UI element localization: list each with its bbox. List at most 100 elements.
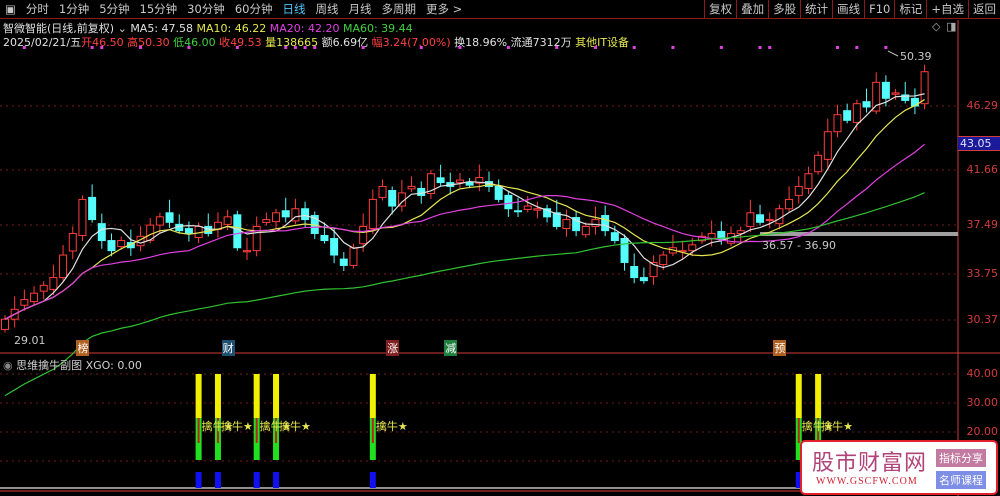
signal-bar-blue [273, 472, 280, 488]
sub-axis-label: 20.00 [966, 425, 999, 438]
candle-up [872, 81, 881, 112]
marker-dot [139, 46, 143, 49]
signal-bar-yellow [253, 374, 260, 418]
signal-label: 擒牛★ [279, 420, 311, 433]
marker-dot [90, 46, 94, 49]
candle-down [97, 223, 106, 242]
candle-up [814, 154, 823, 173]
candle-down [88, 196, 97, 221]
signal-label: 擒牛★ [375, 420, 408, 433]
signal-bar-red [371, 418, 374, 443]
candle-down [436, 177, 445, 184]
signal-bar-yellow [195, 374, 202, 418]
price-axis-label: 30.37 [966, 313, 999, 326]
signal-bar-red [797, 418, 800, 443]
event-tag[interactable]: 减 [444, 340, 458, 356]
candle-down [417, 187, 426, 196]
candle-up [59, 254, 68, 279]
signal-bar-red [255, 418, 258, 443]
watermark: 股市财富网 WWW.GSCFW.COM 指标分享 名师课程 [800, 440, 998, 495]
signal-bar-yellow [795, 374, 802, 418]
candle-up [368, 198, 377, 230]
candle-down [281, 210, 290, 218]
marker-dot [100, 46, 104, 49]
event-tag[interactable]: 涨 [386, 340, 400, 356]
sub-panel-title: 思维擒牛副图 [16, 359, 83, 372]
collapse-icon[interactable]: ◉ [3, 359, 13, 372]
range-bar [760, 232, 958, 236]
candle-up [68, 232, 77, 252]
candle-up [1, 318, 9, 330]
candle-down [301, 208, 310, 221]
signal-bar-yellow [369, 374, 376, 418]
price-axis-label: 37.49 [966, 218, 999, 231]
marker-dot [855, 46, 859, 49]
signal-bar-yellow [273, 374, 280, 418]
marker-dot [458, 46, 462, 49]
marker-dot [361, 46, 365, 49]
candle-down [233, 214, 242, 249]
signal-bar-blue [369, 472, 376, 488]
candle-up [30, 292, 39, 303]
candle-down [494, 185, 503, 200]
marker-dot [555, 46, 559, 49]
ma60-line [4, 192, 925, 397]
candle-down [107, 240, 116, 252]
candle-up [659, 254, 668, 265]
sub-panel-header: ◉ 思维擒牛副图 XGO: 0.00 [3, 357, 142, 373]
signal-label: 擒牛★ [821, 420, 853, 433]
event-tag[interactable]: 财 [221, 340, 235, 356]
candle-up [833, 114, 842, 133]
candle-up [562, 219, 571, 230]
candle-down [881, 81, 890, 99]
candle-up [823, 131, 832, 160]
diamond-icon[interactable]: ◇ [932, 20, 940, 33]
marker-dot [293, 46, 297, 49]
watermark-button-course[interactable]: 名师课程 [936, 471, 986, 489]
candle-up [359, 225, 368, 245]
candle-down [630, 266, 639, 279]
watermark-name: 股市财富网 [812, 451, 928, 476]
marker-dot [632, 46, 636, 49]
marker-dot [593, 46, 597, 49]
sub-panel-value: XGO: 0.00 [85, 359, 142, 372]
candle-down [639, 277, 648, 282]
candle-up [78, 198, 87, 236]
signal-bar-yellow [815, 374, 822, 418]
candle-up [243, 250, 251, 253]
marker-dot [835, 46, 839, 49]
candle-up [223, 216, 232, 225]
marker-dot [22, 46, 26, 49]
event-tag[interactable]: 预 [773, 340, 787, 356]
marker-dot [506, 46, 510, 49]
sub-axis-label: 30.00 [966, 396, 999, 409]
marker-dot [758, 46, 762, 49]
candle-down [514, 210, 523, 213]
marker-dot [313, 46, 317, 49]
panel-toggle-icon[interactable]: ◨ [946, 20, 956, 33]
sub-axis-label: 40.00 [966, 367, 999, 380]
marker-dot [719, 46, 723, 49]
candle-up [891, 92, 900, 95]
signal-bar-blue [214, 472, 221, 488]
candle-up [581, 225, 590, 236]
event-tag[interactable]: 榜 [76, 340, 90, 356]
candle-down [756, 214, 765, 223]
candle-down [184, 228, 193, 234]
candle-up [591, 219, 600, 227]
candle-up [349, 247, 358, 266]
candle-down [862, 101, 871, 108]
marker-dot [884, 46, 888, 49]
candle-up [262, 219, 271, 223]
candle-down [620, 238, 629, 263]
candle-up [272, 212, 281, 223]
candle-down [339, 258, 348, 266]
candle-up [39, 284, 48, 292]
candle-down [330, 238, 339, 256]
candle-up [804, 173, 813, 189]
marker-dot [303, 46, 307, 49]
low-annotation: 29.01 [14, 334, 46, 347]
candle-up [794, 185, 803, 196]
candle-up [765, 219, 774, 222]
watermark-button-share[interactable]: 指标分享 [936, 449, 986, 467]
